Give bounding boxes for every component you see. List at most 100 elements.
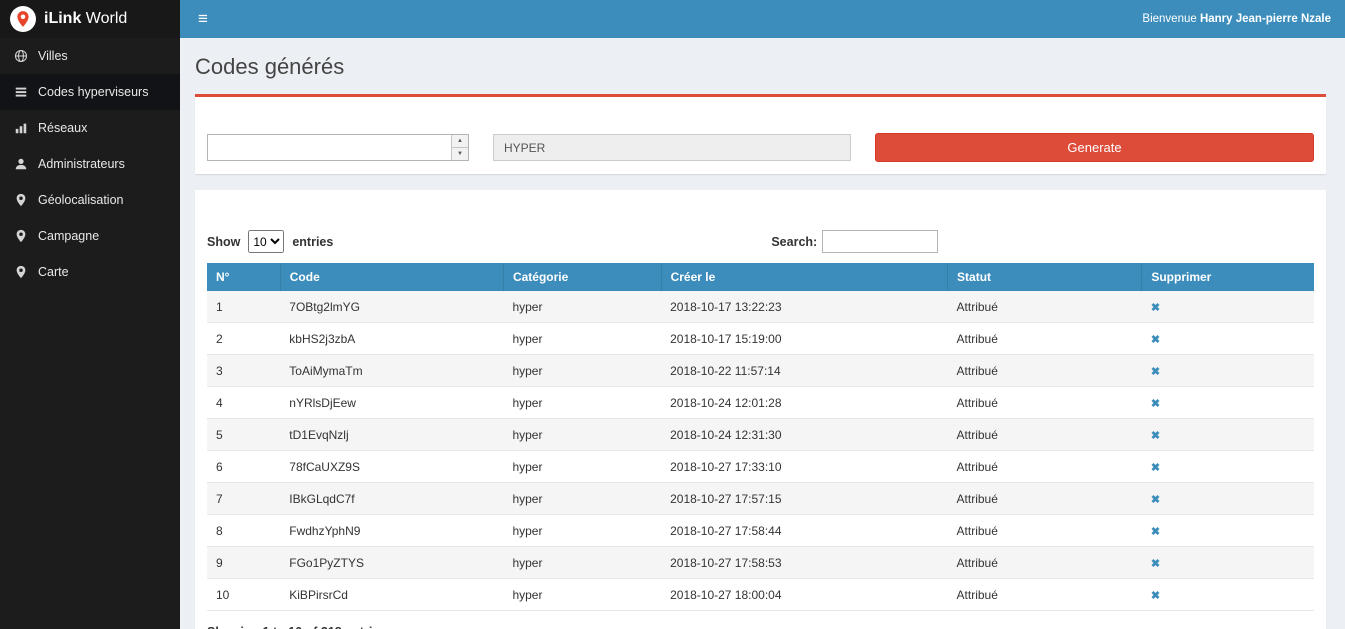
sidebar-item-label: Carte (38, 265, 69, 279)
sidebar-item-reseaux[interactable]: Réseaux (0, 110, 180, 146)
codes-table-panel: Show 10 entries Search: N° Code Catégori… (195, 190, 1326, 629)
sidebar-item-label: Administrateurs (38, 157, 125, 171)
table-row: 4 nYRlsDjEew hyper 2018-10-24 12:01:28 A… (207, 387, 1314, 419)
col-header-statut[interactable]: Statut (948, 263, 1142, 291)
cell-date: 2018-10-22 11:57:14 (661, 355, 947, 387)
sidebar-item-label: Géolocalisation (38, 193, 123, 207)
col-header-categorie[interactable]: Catégorie (503, 263, 661, 291)
search-input[interactable] (822, 230, 938, 253)
sidebar-item-carte[interactable]: Carte (0, 254, 180, 290)
sidebar-item-label: Villes (38, 49, 68, 63)
col-header-creer-le[interactable]: Créer le (661, 263, 947, 291)
globe-icon (14, 49, 28, 63)
user-menu[interactable]: Bienvenue Hanry Jean-pierre Nzale (1142, 13, 1331, 25)
cell-supprimer: ✖ (1142, 451, 1314, 483)
page-title: Codes générés (195, 54, 1326, 80)
cell-categorie: hyper (503, 483, 661, 515)
delete-icon[interactable]: ✖ (1151, 302, 1160, 314)
cell-supprimer: ✖ (1142, 579, 1314, 611)
cell-n: 7 (207, 483, 280, 515)
delete-icon[interactable]: ✖ (1151, 590, 1160, 602)
cell-categorie: hyper (503, 579, 661, 611)
cell-date: 2018-10-27 17:57:15 (661, 483, 947, 515)
bar-chart-icon (14, 121, 28, 135)
cell-categorie: hyper (503, 547, 661, 579)
table-row: 9 FGo1PyZTYS hyper 2018-10-27 17:58:53 A… (207, 547, 1314, 579)
delete-icon[interactable]: ✖ (1151, 398, 1160, 410)
brand-logo[interactable]: iLink World (0, 0, 180, 38)
cell-statut: Attribué (948, 291, 1142, 323)
cell-n: 8 (207, 515, 280, 547)
map-marker-icon (14, 265, 28, 279)
sidebar-item-codes-hyperviseurs[interactable]: Codes hyperviseurs (0, 74, 180, 110)
cell-date: 2018-10-27 17:58:53 (661, 547, 947, 579)
delete-icon[interactable]: ✖ (1151, 462, 1160, 474)
cell-supprimer: ✖ (1142, 387, 1314, 419)
sidebar-item-label: Campagne (38, 229, 99, 243)
map-marker-icon (14, 193, 28, 207)
list-icon (14, 85, 28, 99)
sidebar-item-label: Codes hyperviseurs (38, 85, 148, 99)
delete-icon[interactable]: ✖ (1151, 494, 1160, 506)
table-row: 5 tD1EvqNzlj hyper 2018-10-24 12:31:30 A… (207, 419, 1314, 451)
sidebar-toggle-icon[interactable]: ≡ (194, 9, 212, 29)
col-header-supprimer[interactable]: Supprimer (1142, 263, 1314, 291)
cell-statut: Attribué (948, 483, 1142, 515)
cell-categorie: hyper (503, 291, 661, 323)
delete-icon[interactable]: ✖ (1151, 334, 1160, 346)
page-length-select[interactable]: 10 (248, 230, 284, 253)
sidebar-item-campagne[interactable]: Campagne (0, 218, 180, 254)
topbar: ≡ Bienvenue Hanry Jean-pierre Nzale (180, 0, 1345, 38)
cell-code: FwdhzYphN9 (280, 515, 503, 547)
sidebar-item-geolocalisation[interactable]: Géolocalisation (0, 182, 180, 218)
cell-code: FGo1PyZTYS (280, 547, 503, 579)
cell-statut: Attribué (948, 323, 1142, 355)
cell-date: 2018-10-27 18:00:04 (661, 579, 947, 611)
table-row: 10 KiBPirsrCd hyper 2018-10-27 18:00:04 … (207, 579, 1314, 611)
sidebar-item-administrateurs[interactable]: Administrateurs (0, 146, 180, 182)
cell-n: 10 (207, 579, 280, 611)
search-group: Search: (771, 230, 938, 253)
cell-date: 2018-10-17 13:22:23 (661, 291, 947, 323)
table-controls: Show 10 entries Search: (207, 230, 1314, 253)
category-input[interactable] (493, 134, 851, 161)
cell-date: 2018-10-27 17:33:10 (661, 451, 947, 483)
table-row: 2 kbHS2j3zbA hyper 2018-10-17 15:19:00 A… (207, 323, 1314, 355)
sidebar-item-villes[interactable]: Villes (0, 38, 180, 74)
cell-categorie: hyper (503, 451, 661, 483)
cell-n: 1 (207, 291, 280, 323)
table-row: 8 FwdhzYphN9 hyper 2018-10-27 17:58:44 A… (207, 515, 1314, 547)
cell-supprimer: ✖ (1142, 547, 1314, 579)
cell-supprimer: ✖ (1142, 355, 1314, 387)
cell-code: ToAiMymaTm (280, 355, 503, 387)
col-header-n[interactable]: N° (207, 263, 280, 291)
show-label: Show (207, 235, 240, 249)
cell-code: 78fCaUXZ9S (280, 451, 503, 483)
search-label: Search: (771, 235, 817, 249)
quantity-stepper[interactable]: ▲ ▼ (451, 135, 468, 160)
quantity-input[interactable] (207, 134, 469, 161)
delete-icon[interactable]: ✖ (1151, 366, 1160, 378)
cell-supprimer: ✖ (1142, 483, 1314, 515)
cell-categorie: hyper (503, 355, 661, 387)
stepper-down-icon[interactable]: ▼ (452, 148, 468, 160)
delete-icon[interactable]: ✖ (1151, 430, 1160, 442)
stepper-up-icon[interactable]: ▲ (452, 135, 468, 148)
brand-title: iLink World (44, 10, 127, 28)
delete-icon[interactable]: ✖ (1151, 526, 1160, 538)
cell-n: 6 (207, 451, 280, 483)
cell-n: 9 (207, 547, 280, 579)
cell-code: 7OBtg2lmYG (280, 291, 503, 323)
table-row: 7 IBkGLqdC7f hyper 2018-10-27 17:57:15 A… (207, 483, 1314, 515)
generate-button[interactable]: Generate (875, 133, 1314, 162)
cell-date: 2018-10-17 15:19:00 (661, 323, 947, 355)
delete-icon[interactable]: ✖ (1151, 558, 1160, 570)
cell-n: 3 (207, 355, 280, 387)
cell-n: 2 (207, 323, 280, 355)
user-icon (14, 157, 28, 171)
col-header-code[interactable]: Code (280, 263, 503, 291)
cell-date: 2018-10-27 17:58:44 (661, 515, 947, 547)
cell-code: nYRlsDjEew (280, 387, 503, 419)
cell-code: tD1EvqNzlj (280, 419, 503, 451)
table-header-row: N° Code Catégorie Créer le Statut Suppri… (207, 263, 1314, 291)
